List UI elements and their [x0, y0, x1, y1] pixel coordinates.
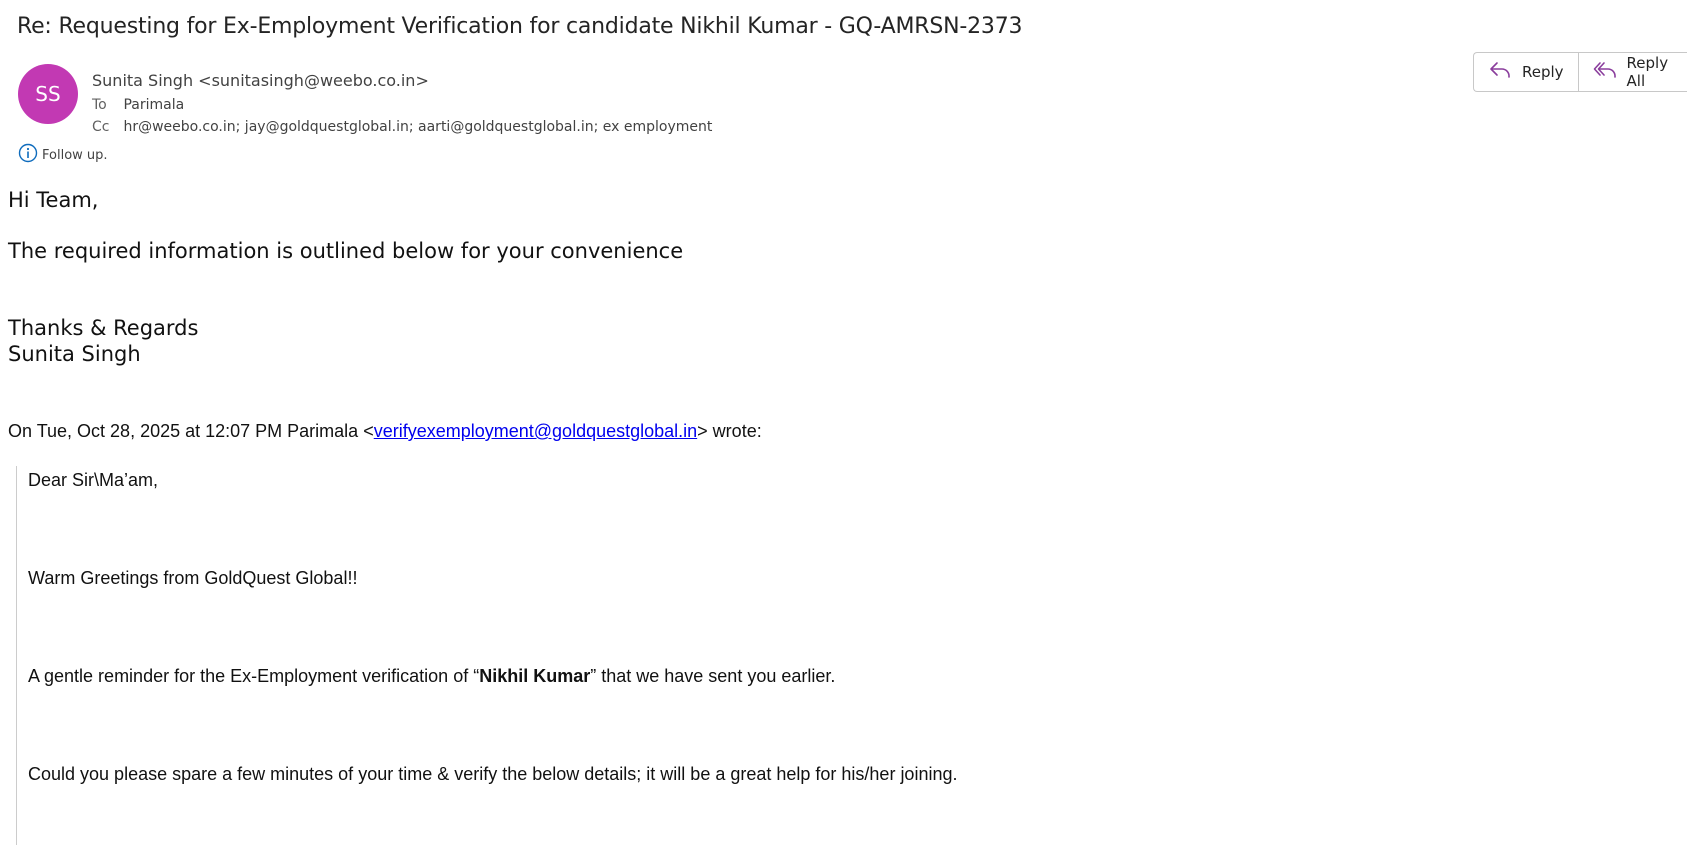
- reply-label: Reply: [1522, 63, 1564, 81]
- to-recipients[interactable]: Parimala: [123, 97, 184, 113]
- to-label: To: [92, 97, 107, 113]
- candidate-name: Nikhil Kumar: [479, 666, 591, 686]
- reminder-before: A gentle reminder for the Ex-Employment …: [28, 666, 480, 686]
- reply-all-icon: [1593, 59, 1617, 85]
- email-subject: Re: Requesting for Ex-Employment Verific…: [17, 14, 1023, 39]
- body-line: The required information is outlined bel…: [8, 239, 684, 263]
- cc-row: Cc hr@weebo.co.in; jay@goldquestglobal.i…: [92, 119, 712, 135]
- reply-actions: Reply Reply All: [1473, 52, 1687, 92]
- sender-name[interactable]: Sunita Singh <sunitasingh@weebo.co.in>: [92, 71, 429, 90]
- quoted-email-link[interactable]: verifyexemployment@goldquestglobal.in: [374, 421, 697, 441]
- cc-label: Cc: [92, 119, 110, 135]
- quoted-reminder: A gentle reminder for the Ex-Employment …: [28, 666, 835, 687]
- quoted-header: On Tue, Oct 28, 2025 at 12:07 PM Parimal…: [8, 421, 762, 442]
- reminder-after: ” that we have sent you earlier.: [590, 666, 836, 686]
- quoted-greetings: Warm Greetings from GoldQuest Global!!: [28, 568, 358, 588]
- signoff-name: Sunita Singh: [8, 342, 141, 366]
- quoted-header-prefix: On Tue, Oct 28, 2025 at 12:07 PM Parimal…: [8, 421, 374, 441]
- follow-up-flag: Follow up.: [18, 143, 108, 167]
- body-greeting: Hi Team,: [8, 188, 99, 212]
- to-row: To Parimala: [92, 97, 184, 113]
- quoted-request: Could you please spare a few minutes of …: [28, 764, 958, 784]
- reply-all-button[interactable]: Reply All: [1577, 53, 1687, 91]
- signoff-thanks: Thanks & Regards: [8, 316, 199, 340]
- sender-avatar[interactable]: SS: [18, 64, 78, 124]
- follow-up-label: Follow up.: [42, 147, 108, 163]
- reply-all-label: Reply All: [1626, 54, 1669, 90]
- quoted-salutation: Dear Sir\Ma’am,: [28, 470, 159, 490]
- info-icon: [18, 143, 38, 167]
- reply-button[interactable]: Reply: [1474, 53, 1578, 91]
- reply-icon: [1488, 59, 1512, 85]
- quoted-message: Dear Sir\Ma’am, Warm Greetings from Gold…: [16, 466, 1217, 845]
- quoted-header-suffix: > wrote:: [697, 421, 762, 441]
- cc-recipients[interactable]: hr@weebo.co.in; jay@goldquestglobal.in; …: [123, 119, 712, 135]
